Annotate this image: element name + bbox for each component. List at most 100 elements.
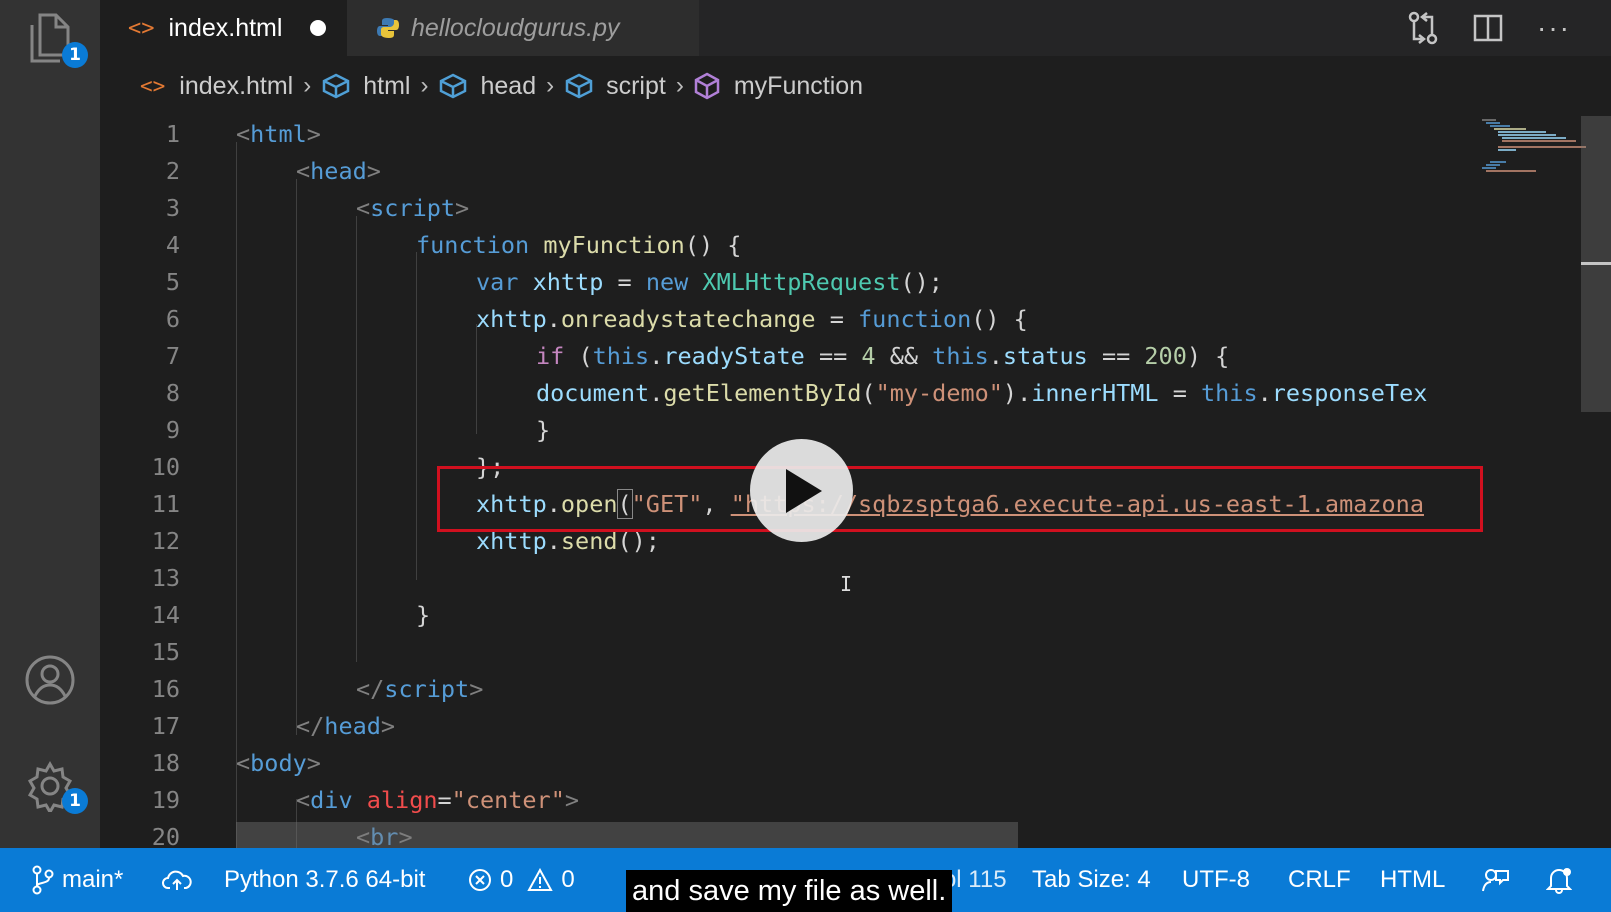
code-token: 4 (861, 342, 876, 370)
code-token: < (236, 749, 251, 777)
code-token: innerHTML (1031, 379, 1159, 407)
problems-indicator[interactable]: 0 0 (468, 848, 575, 912)
code-token: && (875, 342, 933, 370)
explorer-icon[interactable]: 1 (22, 10, 88, 68)
feedback-icon[interactable] (1482, 848, 1510, 912)
code-token: </ (296, 712, 325, 740)
breadcrumb-label: html (363, 71, 411, 100)
code-line: 13 (100, 560, 1476, 597)
encoding[interactable]: UTF-8 (1182, 848, 1250, 912)
more-actions-icon[interactable]: ··· (1537, 12, 1571, 44)
code-token: new (645, 268, 689, 296)
code-token: var (476, 268, 519, 296)
code-token: align (366, 786, 438, 814)
language-mode[interactable]: HTML (1380, 848, 1445, 912)
code-token: . (649, 342, 664, 370)
line-number: 5 (165, 268, 180, 296)
horizontal-scrollbar[interactable] (236, 822, 1018, 848)
symbol-element-icon (564, 73, 594, 99)
code-token: ) { (1186, 342, 1230, 370)
compare-changes-icon[interactable] (1407, 11, 1439, 45)
breadcrumb-item-script[interactable]: script (564, 72, 666, 101)
breadcrumb-item-file[interactable]: <> index.html (140, 72, 293, 101)
line-number: 13 (151, 564, 180, 592)
line-ending[interactable]: CRLF (1288, 848, 1351, 912)
code-token: body (250, 749, 307, 777)
code-line: 19 <div align="center"> (100, 782, 1476, 819)
code-line: 6 xhttp.onreadystatechange = function() { (100, 301, 1476, 338)
code-token: myFunction (543, 231, 685, 259)
code-token: . (649, 379, 664, 407)
python-file-icon (377, 17, 399, 39)
code-token: getElementById (663, 379, 862, 407)
code-token: if (536, 342, 565, 370)
explorer-badge: 1 (62, 42, 88, 68)
breadcrumb: <> index.html › html › head › script › m… (100, 56, 1611, 116)
warning-icon (527, 868, 554, 892)
code-token: responseTex (1271, 379, 1428, 407)
code-line: 15 (100, 634, 1476, 671)
code-token: = (1158, 379, 1202, 407)
code-token: ( (564, 342, 593, 370)
line-number: 17 (151, 712, 180, 740)
line-number: 8 (165, 379, 180, 407)
code-token: > (469, 675, 484, 703)
sync-cloud-icon[interactable] (162, 848, 192, 912)
code-token: function (416, 231, 530, 259)
code-token: this (1201, 379, 1258, 407)
python-interpreter[interactable]: Python 3.7.6 64-bit (224, 848, 425, 912)
html-file-icon: <> (128, 15, 155, 41)
highlight-box (437, 466, 1483, 532)
code-token: == (804, 342, 862, 370)
breadcrumb-item-myfunction[interactable]: myFunction (694, 72, 863, 101)
code-token: = (437, 786, 452, 814)
code-token: } (416, 601, 431, 629)
code-token: < (236, 120, 251, 148)
account-icon[interactable] (22, 652, 78, 708)
code-token: script (384, 675, 470, 703)
breadcrumb-item-html[interactable]: html (321, 72, 410, 101)
minimap[interactable] (1476, 116, 1611, 848)
symbol-element-icon (321, 73, 351, 99)
line-number: 11 (151, 490, 180, 518)
code-token: < (296, 786, 311, 814)
line-number: 1 (165, 120, 180, 148)
code-token: ). (1002, 379, 1032, 407)
scroll-position-marker (1581, 262, 1611, 265)
html-file-icon: <> (140, 74, 166, 98)
code-token: html (250, 120, 307, 148)
tab-size[interactable]: Tab Size: 4 (1032, 848, 1151, 912)
code-token: this (932, 342, 989, 370)
code-line: 5 var xhttp = new XMLHttpRequest(); (100, 264, 1476, 301)
notifications-bell-icon[interactable] (1546, 848, 1572, 912)
error-icon (468, 868, 492, 892)
line-number: 2 (165, 157, 180, 185)
line-number: 10 (151, 453, 180, 481)
unsaved-dot-icon[interactable] (310, 20, 327, 36)
symbol-method-icon (694, 72, 720, 100)
chevron-right-icon: › (546, 72, 555, 99)
play-button[interactable] (750, 439, 853, 542)
code-token: document (536, 379, 650, 407)
settings-gear-icon[interactable]: 1 (22, 758, 88, 814)
tab-hellocloudgurus-py[interactable]: hellocloudgurus.py (347, 0, 699, 56)
line-number: 19 (151, 786, 180, 814)
tab-index-html[interactable]: <> index.html (100, 0, 347, 56)
branch-indicator[interactable]: main* (32, 848, 123, 912)
text-cursor-icon: I (840, 572, 853, 596)
breadcrumb-label: head (480, 71, 537, 100)
code-line: 16 </script> (100, 671, 1476, 708)
chevron-right-icon: › (420, 72, 429, 99)
code-token: this (592, 342, 650, 370)
settings-badge: 1 (62, 788, 88, 814)
split-editor-icon[interactable] (1473, 14, 1503, 42)
chevron-right-icon: › (303, 72, 312, 99)
breadcrumb-item-head[interactable]: head (438, 72, 536, 101)
code-token: () { (684, 231, 742, 259)
code-line: 4 function myFunction() { (100, 227, 1476, 264)
line-number: 12 (151, 527, 180, 555)
code-token: = (815, 305, 859, 333)
code-token: "center" (451, 786, 565, 814)
